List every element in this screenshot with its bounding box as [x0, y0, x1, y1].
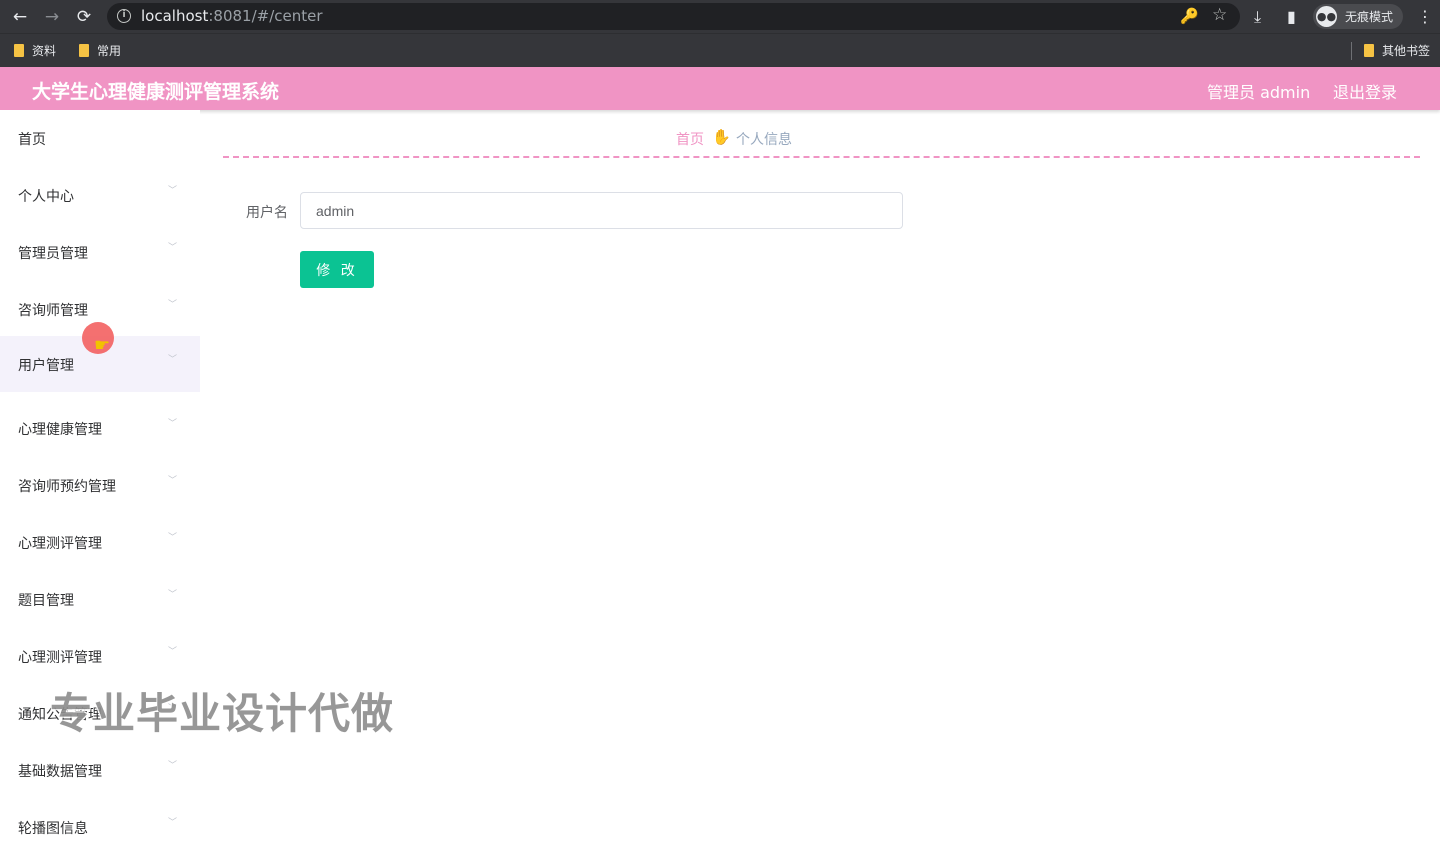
key-icon[interactable]: 🔑	[1180, 7, 1199, 25]
sidebar-item[interactable]: 心理测评管理 ﹀	[0, 628, 200, 684]
chevron-down-icon: ﹀	[168, 533, 178, 543]
sidebar-item[interactable]: 基础数据管理 ﹀	[0, 742, 200, 798]
sidebar-item[interactable]: 心理健康管理 ﹀	[0, 400, 200, 456]
browser-menu-icon[interactable]: ⋮	[1417, 6, 1433, 28]
sidebar-item[interactable]: 个人中心 ﹀	[0, 167, 200, 223]
sidebar-item[interactable]: 题目管理 ﹀	[0, 571, 200, 627]
sidebar-item[interactable]: 轮播图信息 ﹀	[0, 799, 200, 855]
hand-icon: ✋	[712, 128, 731, 146]
sidebar-item-label: 心理健康管理	[18, 422, 102, 438]
bookmarks-bar: 资料 常用 其他书签	[0, 33, 1440, 67]
folder-icon	[1364, 44, 1374, 57]
browser-toolbar: ← → ⟳ i localhost:8081/#/center 🔑 ☆ ⤓ ▮ …	[0, 0, 1440, 33]
back-icon[interactable]: ←	[9, 6, 31, 28]
sidebar-item[interactable]: 管理员管理 ﹀	[0, 224, 200, 280]
breadcrumb-current: 个人信息	[736, 132, 792, 148]
url-path: :8081/#/center	[208, 7, 323, 25]
chevron-down-icon: ﹀	[168, 590, 178, 600]
chevron-down-icon: ﹀	[168, 818, 178, 828]
sidebar-item-label: 个人中心	[18, 189, 74, 205]
bookmark-folder-2[interactable]: 常用	[79, 42, 121, 59]
bookmark-label: 常用	[97, 44, 122, 58]
sidebar-item-label: 基础数据管理	[18, 764, 102, 780]
chevron-down-icon: ﹀	[168, 186, 178, 196]
logout-button[interactable]: 退出登录	[1333, 79, 1397, 103]
pointer-hand-icon: ☛	[94, 335, 111, 356]
breadcrumb-home[interactable]: 首页	[676, 129, 704, 149]
chevron-down-icon: ﹀	[168, 355, 178, 365]
sidebar-item-label: 轮播图信息	[18, 821, 88, 837]
sidebar-item-label: 用户管理	[18, 358, 74, 374]
chevron-down-icon: ﹀	[168, 300, 178, 310]
other-bookmarks[interactable]: 其他书签	[1364, 42, 1430, 59]
username-label: 用户名	[246, 205, 288, 221]
forward-icon[interactable]: →	[41, 6, 63, 28]
download-icon[interactable]: ⤓	[1254, 6, 1261, 28]
sidebar-item-label: 心理测评管理	[18, 650, 102, 666]
username-input[interactable]	[300, 192, 903, 229]
bookmark-folder-1[interactable]: 资料	[14, 42, 56, 59]
app-header: 大学生心理健康测评管理系统 管理员 admin 退出登录	[0, 67, 1440, 110]
sidebar-item[interactable]: 首页	[0, 110, 200, 166]
side-panel-icon[interactable]: ▮	[1287, 6, 1296, 28]
incognito-badge[interactable]: ●● 无痕模式	[1313, 4, 1403, 29]
bookmark-divider	[1351, 42, 1352, 60]
chevron-down-icon: ﹀	[168, 476, 178, 486]
sidebar-item-label: 咨询师管理	[18, 303, 88, 319]
address-url[interactable]: localhost:8081/#/center	[141, 7, 323, 25]
modify-button[interactable]: 修 改	[300, 251, 374, 288]
header-user: 管理员 admin	[1207, 83, 1311, 102]
breadcrumb-divider	[223, 156, 1420, 158]
sidebar-item[interactable]: 咨询师预约管理 ﹀	[0, 457, 200, 513]
sidebar-item[interactable]: 心理测评管理 ﹀	[0, 514, 200, 570]
sidebar-item-label: 题目管理	[18, 593, 74, 609]
other-bookmarks-label: 其他书签	[1382, 44, 1431, 58]
sidebar-item-label: 首页	[18, 132, 46, 148]
sidebar-item-label: 管理员管理	[18, 246, 88, 262]
app-title: 大学生心理健康测评管理系统	[32, 81, 280, 103]
folder-icon	[79, 44, 89, 57]
url-host: localhost	[141, 7, 209, 25]
star-icon[interactable]: ☆	[1212, 5, 1227, 25]
incognito-label: 无痕模式	[1345, 10, 1394, 24]
folder-icon	[14, 44, 24, 57]
chevron-down-icon: ﹀	[168, 243, 178, 253]
incognito-icon: ●●	[1316, 6, 1337, 27]
chevron-down-icon: ﹀	[168, 647, 178, 657]
address-bar[interactable]: i localhost:8081/#/center 🔑 ☆	[107, 3, 1240, 30]
bookmark-label: 资料	[32, 44, 57, 58]
sidebar-item-label: 心理测评管理	[18, 536, 102, 552]
chevron-down-icon: ﹀	[168, 761, 178, 771]
site-info-icon[interactable]: i	[117, 9, 131, 23]
chevron-down-icon: ﹀	[168, 419, 178, 429]
reload-icon[interactable]: ⟳	[73, 6, 95, 28]
watermark: 专业毕业设计代做	[50, 689, 395, 738]
sidebar-item-label: 咨询师预约管理	[18, 479, 116, 495]
